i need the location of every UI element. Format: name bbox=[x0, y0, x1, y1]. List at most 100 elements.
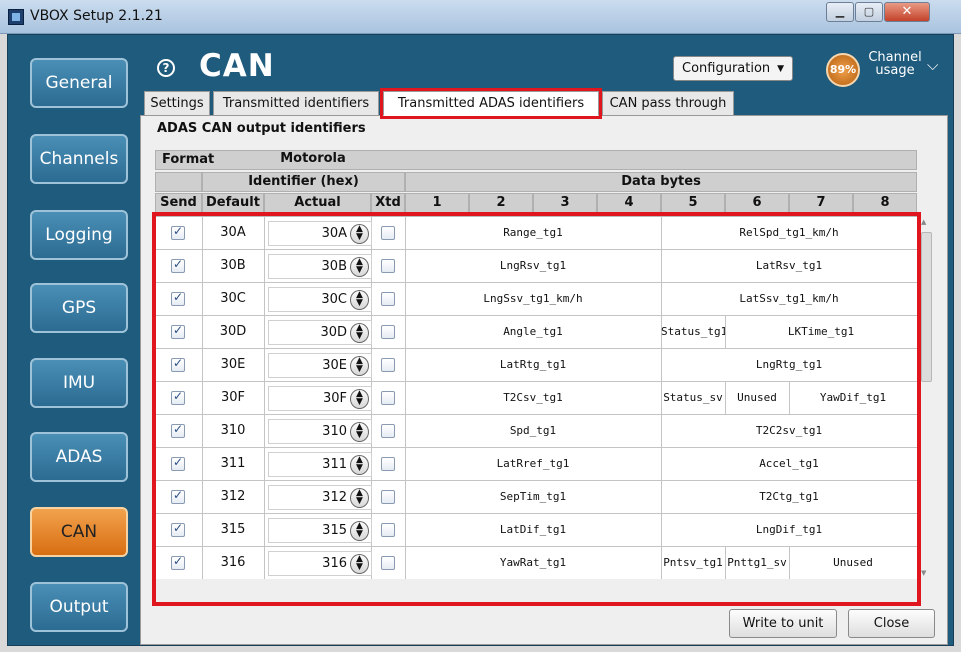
scrollbar-thumb[interactable] bbox=[921, 232, 932, 382]
window-close-button[interactable]: ✕ bbox=[884, 2, 930, 22]
send-checkbox[interactable] bbox=[171, 323, 185, 339]
send-checkbox[interactable] bbox=[171, 257, 185, 273]
actual-identifier-spinner[interactable]: 30B ▲ ▼ bbox=[268, 254, 372, 279]
send-checkbox[interactable] bbox=[171, 422, 185, 438]
actual-identifier-value[interactable]: 310 bbox=[322, 420, 347, 444]
up-down-arrows-icon[interactable]: ▲ ▼ bbox=[350, 224, 369, 244]
up-down-arrows-icon[interactable]: ▲ ▼ bbox=[350, 521, 369, 541]
actual-identifier-value[interactable]: 316 bbox=[322, 552, 347, 576]
sidebar-item-can[interactable]: CAN bbox=[30, 507, 128, 557]
question-circle-icon[interactable]: ? bbox=[157, 59, 175, 77]
minimize-button[interactable]: ▁ bbox=[826, 2, 854, 22]
sidebar-item-imu[interactable]: IMU bbox=[30, 358, 128, 408]
scroll-up-icon[interactable]: ▲ bbox=[921, 218, 926, 226]
write-to-unit-button[interactable]: Write to unit bbox=[729, 609, 837, 638]
sidebar-item-logging[interactable]: Logging bbox=[30, 210, 128, 260]
xtd-checkbox[interactable] bbox=[381, 226, 395, 240]
up-down-arrows-icon[interactable]: ▲ ▼ bbox=[350, 422, 369, 442]
up-down-arrows-icon[interactable]: ▲ ▼ bbox=[350, 356, 369, 376]
send-checkbox[interactable] bbox=[171, 224, 185, 240]
table-row: 30D30D▲▼Angle_tg1Status_tg1LKTime_tg1 bbox=[155, 316, 917, 349]
signal-cell: Unused bbox=[833, 556, 873, 569]
actual-identifier-spinner[interactable]: 30C ▲ ▼ bbox=[268, 287, 372, 312]
up-down-arrows-icon[interactable]: ▲ ▼ bbox=[350, 257, 369, 277]
xtd-checkbox[interactable] bbox=[381, 259, 395, 273]
byte-number-header: 8 bbox=[853, 193, 917, 215]
channel-usage-label[interactable]: Channel usage bbox=[866, 51, 924, 77]
default-identifier: 30F bbox=[220, 390, 246, 405]
xtd-checkbox[interactable] bbox=[381, 523, 395, 537]
up-down-arrows-icon[interactable]: ▲ ▼ bbox=[350, 455, 369, 475]
tab-settings[interactable]: Settings bbox=[144, 91, 210, 116]
xtd-checkbox[interactable] bbox=[381, 358, 395, 372]
configuration-dropdown[interactable]: Configuration ▼ bbox=[673, 56, 793, 81]
table-row: 315315▲▼LatDif_tg1LngDif_tg1 bbox=[155, 514, 917, 547]
actual-identifier-spinner[interactable]: 310 ▲ ▼ bbox=[268, 419, 372, 444]
table-row: 311311▲▼LatRref_tg1Accel_tg1 bbox=[155, 448, 917, 481]
up-down-arrows-icon[interactable]: ▲ ▼ bbox=[350, 554, 369, 574]
actual-identifier-value[interactable]: 30A bbox=[322, 222, 347, 246]
close-button[interactable]: Close bbox=[848, 609, 935, 638]
send-checkbox[interactable] bbox=[171, 356, 185, 372]
xtd-checkbox[interactable] bbox=[381, 457, 395, 471]
scroll-down-icon[interactable]: ▼ bbox=[921, 569, 926, 577]
actual-identifier-spinner[interactable]: 30E ▲ ▼ bbox=[268, 353, 372, 378]
col-default-header: Default bbox=[202, 193, 264, 215]
col-send-header: Send bbox=[155, 193, 202, 215]
xtd-checkbox[interactable] bbox=[381, 556, 395, 570]
default-identifier: 312 bbox=[220, 489, 246, 504]
default-identifier: 311 bbox=[220, 456, 246, 471]
actual-identifier-spinner[interactable]: 312 ▲ ▼ bbox=[268, 485, 372, 510]
up-down-arrows-icon[interactable]: ▲ ▼ bbox=[350, 290, 369, 310]
actual-identifier-value[interactable]: 315 bbox=[322, 519, 347, 543]
xtd-checkbox[interactable] bbox=[381, 424, 395, 438]
actual-identifier-value[interactable]: 312 bbox=[322, 486, 347, 510]
send-checkbox[interactable] bbox=[171, 455, 185, 471]
sidebar-item-adas[interactable]: ADAS bbox=[30, 432, 128, 482]
up-down-arrows-icon[interactable]: ▲ ▼ bbox=[350, 323, 369, 343]
tab-transmitted-adas-identifiers[interactable]: Transmitted ADAS identifiers bbox=[383, 91, 599, 116]
table-row: 316316▲▼YawRat_tg1Pntsv_tg1Pnttg1_svUnus… bbox=[155, 547, 917, 579]
signal-cell: LngDif_tg1 bbox=[755, 523, 823, 536]
sidebar-item-general[interactable]: General bbox=[30, 58, 128, 108]
up-down-arrows-icon[interactable]: ▲ ▼ bbox=[350, 389, 369, 409]
actual-identifier-spinner[interactable]: 30A ▲ ▼ bbox=[268, 221, 372, 246]
signal-cell: YawRat_tg1 bbox=[499, 556, 567, 569]
tab-can-pass-through[interactable]: CAN pass through bbox=[602, 91, 734, 116]
send-checkbox[interactable] bbox=[171, 488, 185, 504]
byte-number-header: 4 bbox=[597, 193, 661, 215]
send-checkbox[interactable] bbox=[171, 290, 185, 306]
actual-identifier-value[interactable]: 30B bbox=[322, 255, 347, 279]
signal-cell: Status_sv bbox=[663, 391, 723, 404]
send-checkbox[interactable] bbox=[171, 521, 185, 537]
sidebar-item-output[interactable]: Output bbox=[30, 582, 128, 632]
sidebar-item-channels[interactable]: Channels bbox=[30, 134, 128, 184]
actual-identifier-spinner[interactable]: 315 ▲ ▼ bbox=[268, 518, 372, 543]
actual-identifier-value[interactable]: 30D bbox=[320, 321, 347, 345]
actual-identifier-spinner[interactable]: 311 ▲ ▼ bbox=[268, 452, 372, 477]
sidebar-item-gps[interactable]: GPS bbox=[30, 283, 128, 333]
byte-number-header: 2 bbox=[469, 193, 533, 215]
table-row: 312312▲▼SepTim_tg1T2Ctg_tg1 bbox=[155, 481, 917, 514]
signal-cell: T2Ctg_tg1 bbox=[759, 490, 819, 503]
xtd-checkbox[interactable] bbox=[381, 490, 395, 504]
tab-transmitted-identifiers[interactable]: Transmitted identifiers bbox=[213, 91, 379, 116]
actual-identifier-spinner[interactable]: 316 ▲ ▼ bbox=[268, 551, 372, 576]
actual-identifier-value[interactable]: 311 bbox=[322, 453, 347, 477]
actual-identifier-value[interactable]: 30C bbox=[321, 288, 347, 312]
xtd-checkbox[interactable] bbox=[381, 391, 395, 405]
chevron-down-icon[interactable]: ⌵ bbox=[927, 56, 938, 74]
table-scrollbar[interactable]: ▲ ▼ bbox=[918, 216, 933, 579]
up-down-arrows-icon[interactable]: ▲ ▼ bbox=[350, 488, 369, 508]
actual-identifier-value[interactable]: 30F bbox=[323, 387, 347, 411]
maximize-button[interactable]: ▢ bbox=[855, 2, 883, 22]
channel-usage-gauge[interactable]: 89% bbox=[826, 53, 860, 87]
xtd-checkbox[interactable] bbox=[381, 325, 395, 339]
signal-cell: SepTim_tg1 bbox=[499, 490, 567, 503]
actual-identifier-value[interactable]: 30E bbox=[322, 354, 347, 378]
send-checkbox[interactable] bbox=[171, 389, 185, 405]
xtd-checkbox[interactable] bbox=[381, 292, 395, 306]
actual-identifier-spinner[interactable]: 30D ▲ ▼ bbox=[268, 320, 372, 345]
send-checkbox[interactable] bbox=[171, 554, 185, 570]
actual-identifier-spinner[interactable]: 30F ▲ ▼ bbox=[268, 386, 372, 411]
